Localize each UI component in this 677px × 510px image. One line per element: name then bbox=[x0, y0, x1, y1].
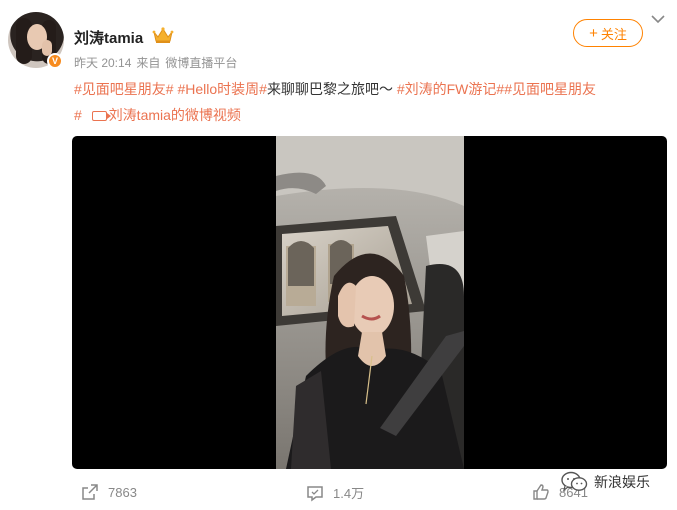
wechat-icon bbox=[561, 471, 588, 492]
post-text: #见面吧星朋友# #Hello时装周#来聊聊巴黎之旅吧～ #刘涛的FW游记##见… bbox=[74, 76, 670, 128]
comment-icon bbox=[307, 485, 323, 501]
comment-button[interactable]: 1.4万 bbox=[306, 483, 364, 502]
follow-label: 关注 bbox=[600, 26, 627, 42]
video-camera-icon bbox=[91, 111, 111, 121]
verified-badge-icon: V bbox=[47, 53, 63, 69]
repost-button[interactable]: 7863 bbox=[81, 483, 137, 501]
repost-count: 7863 bbox=[108, 484, 137, 500]
hashtag-2[interactable]: #Hello时装周# bbox=[177, 81, 266, 97]
post-body-text: 来聊聊巴黎之旅吧～ bbox=[266, 81, 393, 97]
hashtag-3[interactable]: #刘涛的FW游记# bbox=[397, 81, 504, 97]
hashtag-1[interactable]: #见面吧星朋友# bbox=[74, 81, 174, 97]
follow-button[interactable]: + 关注 bbox=[573, 19, 643, 47]
video-thumbnail bbox=[276, 136, 464, 469]
chevron-down-icon[interactable] bbox=[651, 14, 665, 24]
post-time[interactable]: 昨天 20:14 bbox=[74, 54, 131, 71]
weibo-post-card: V 刘涛tamia 昨天 20:14 来自 微博直播平台 + 关注 #见面吧星朋… bbox=[0, 0, 677, 510]
comment-count: 1.4万 bbox=[333, 486, 365, 501]
share-icon bbox=[82, 484, 98, 500]
hashtag-4-end[interactable]: # bbox=[74, 107, 82, 123]
hashtag-4[interactable]: #见面吧星朋友 bbox=[504, 81, 596, 97]
crown-icon bbox=[152, 27, 174, 43]
plus-icon: + bbox=[589, 24, 598, 42]
post-source[interactable]: 微博直播平台 bbox=[165, 54, 237, 71]
video-link-label: 刘涛tamia的微博视频 bbox=[108, 107, 241, 123]
post-meta: 昨天 20:14 来自 微博直播平台 bbox=[74, 54, 237, 71]
thumbs-up-icon bbox=[533, 484, 549, 500]
watermark: 新浪娱乐 bbox=[560, 470, 650, 494]
video-player[interactable] bbox=[72, 136, 667, 469]
username[interactable]: 刘涛tamia bbox=[74, 27, 143, 48]
video-link[interactable]: 刘涛tamia的微博视频 bbox=[86, 107, 241, 123]
video-still-image bbox=[276, 136, 464, 469]
source-prefix: 来自 bbox=[136, 56, 161, 70]
watermark-text: 新浪娱乐 bbox=[594, 475, 650, 491]
